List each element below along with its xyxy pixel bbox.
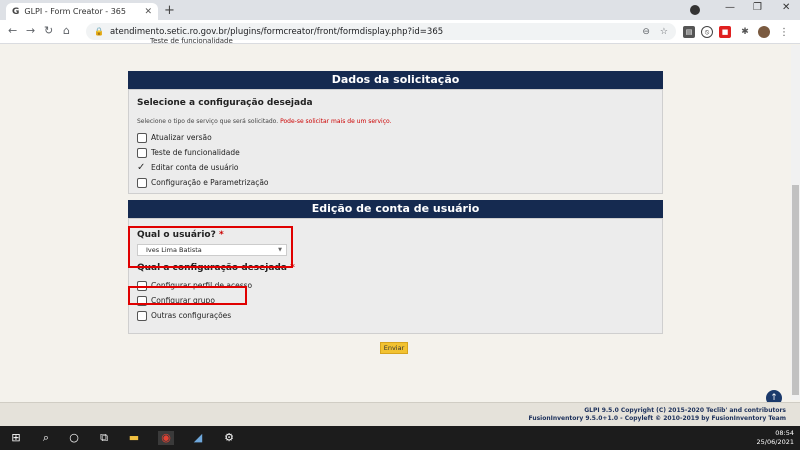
page-footer: GLPI 9.5.0 Copyright (C) 2015-2020 Tecli… bbox=[0, 402, 800, 426]
puzzle-extensions-icon[interactable]: ✱ bbox=[739, 26, 751, 38]
recording-indicator-icon bbox=[690, 5, 700, 15]
help-text-warning: Pode-se solicitar mais de um serviço. bbox=[280, 118, 392, 125]
browser-tab[interactable]: G GLPI - Form Creator - 365 ✕ bbox=[6, 3, 158, 20]
lock-icon: 🔒 bbox=[94, 27, 104, 36]
page-scrollbar[interactable] bbox=[791, 45, 800, 400]
option-label: Teste de funcionalidade bbox=[151, 148, 240, 157]
url-text: atendimento.setic.ro.gov.br/plugins/form… bbox=[109, 26, 444, 37]
clock-time: 08:54 bbox=[775, 429, 794, 437]
checkbox[interactable] bbox=[137, 132, 147, 143]
option-outras-configuracoes[interactable]: Outras configurações bbox=[137, 308, 662, 323]
app-icon[interactable]: ◢ bbox=[190, 431, 206, 445]
checkmark-icon[interactable]: ✓ bbox=[137, 162, 147, 173]
file-explorer-icon[interactable]: ▬ bbox=[126, 431, 142, 445]
minimize-icon[interactable]: — bbox=[725, 2, 735, 13]
highlight-perfil-option bbox=[128, 286, 247, 305]
option-atualizar-versao[interactable]: Atualizar versão bbox=[137, 130, 662, 145]
extension-blocker-icon[interactable]: ⦸ bbox=[701, 26, 713, 38]
option-configuracao-parametrizacao[interactable]: Configuração e Parametrização bbox=[137, 175, 662, 190]
back-icon[interactable]: ← bbox=[8, 24, 17, 37]
settings-gear-icon[interactable]: ⚙ bbox=[221, 431, 237, 445]
cortana-icon[interactable]: ○ bbox=[66, 431, 82, 445]
star-icon[interactable]: ☆ bbox=[660, 27, 668, 37]
clock-date: 25/06/2021 bbox=[756, 438, 794, 446]
option-teste-funcionalidade[interactable]: Teste de funcionalidade bbox=[137, 145, 662, 160]
section-dados-solicitacao: Dados da solicitação Selecione a configu… bbox=[128, 71, 663, 194]
home-icon[interactable]: ⌂ bbox=[63, 24, 70, 37]
checkbox[interactable] bbox=[137, 177, 147, 188]
zoom-icon[interactable]: ⊖ bbox=[642, 27, 650, 37]
highlight-user-field bbox=[128, 226, 293, 268]
tab-title: GLPI - Form Creator - 365 bbox=[24, 7, 126, 16]
previous-list-item: Teste de funcionalidade bbox=[150, 37, 233, 45]
windows-taskbar: ⊞ ⌕ ○ ⧉ ▬ ◉ ◢ ⚙ 08:54 25/06/2021 bbox=[0, 426, 800, 450]
restore-icon[interactable]: ❐ bbox=[753, 2, 762, 13]
forward-icon[interactable]: → bbox=[26, 24, 35, 37]
search-icon[interactable]: ⌕ bbox=[38, 431, 54, 445]
task-view-icon[interactable]: ⧉ bbox=[96, 431, 112, 445]
checkbox[interactable] bbox=[137, 310, 147, 321]
section-header: Dados da solicitação bbox=[128, 71, 663, 89]
checkbox[interactable] bbox=[137, 147, 147, 158]
option-editar-conta[interactable]: ✓ Editar conta de usuário bbox=[137, 160, 662, 175]
new-tab-button[interactable]: + bbox=[164, 3, 175, 18]
option-label: Atualizar versão bbox=[151, 133, 212, 142]
option-label: Configuração e Parametrização bbox=[151, 178, 269, 187]
menu-kebab-icon[interactable]: ⋮ bbox=[778, 26, 790, 38]
browser-toolbar: ← → ↻ ⌂ 🔒 atendimento.setic.ro.gov.br/pl… bbox=[0, 20, 800, 44]
windows-start-icon[interactable]: ⊞ bbox=[8, 431, 24, 445]
question-label: Selecione a configuração desejada bbox=[137, 98, 313, 108]
section-header: Edição de conta de usuário bbox=[128, 200, 663, 218]
browser-tab-strip: G GLPI - Form Creator - 365 ✕ + — ❐ ✕ bbox=[0, 0, 800, 20]
tab-close-icon[interactable]: ✕ bbox=[144, 7, 152, 17]
glpi-favicon-icon: G bbox=[12, 6, 20, 17]
system-clock[interactable]: 08:54 25/06/2021 bbox=[757, 429, 794, 447]
footer-copyright-fusion: FusionInventory 9.5.0+1.0 - Copyleft © 2… bbox=[528, 415, 786, 422]
option-label: Outras configurações bbox=[151, 311, 232, 320]
section-body: Selecione a configuração desejada Seleci… bbox=[128, 89, 663, 194]
chrome-icon[interactable]: ◉ bbox=[158, 431, 174, 445]
extension-icon-1[interactable]: ▤ bbox=[683, 26, 695, 38]
extension-icon-2[interactable]: ■ bbox=[719, 26, 731, 38]
option-label: Editar conta de usuário bbox=[151, 163, 239, 172]
reload-icon[interactable]: ↻ bbox=[44, 24, 53, 37]
profile-avatar[interactable] bbox=[758, 26, 770, 38]
window-close-icon[interactable]: ✕ bbox=[782, 2, 790, 13]
footer-copyright-glpi: GLPI 9.5.0 Copyright (C) 2015-2020 Tecli… bbox=[584, 407, 786, 414]
scrollbar-thumb[interactable] bbox=[792, 185, 799, 395]
help-text-main: Selecione o tipo de serviço que será sol… bbox=[137, 118, 279, 125]
help-text: Selecione o tipo de serviço que será sol… bbox=[137, 118, 662, 125]
submit-button[interactable]: Enviar bbox=[380, 342, 408, 354]
